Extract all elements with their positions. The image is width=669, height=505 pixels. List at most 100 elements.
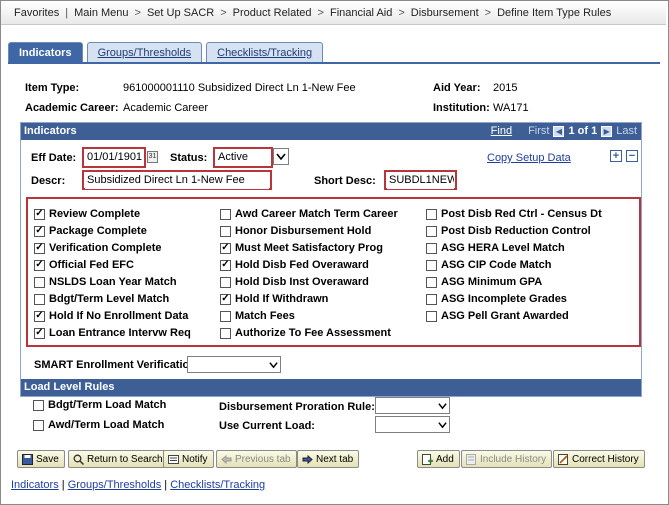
checkmark-icon[interactable]: ✓ [34,310,45,322]
previous-tab-button[interactable]: Previous tab [216,450,297,468]
indicator-checkbox[interactable]: ASG Incomplete Grades [426,293,567,305]
checkbox-box[interactable] [426,242,437,254]
indicator-checkbox[interactable]: Awd Career Match Term Career [220,208,398,220]
nav-chevron-icon: > [134,6,141,19]
page-info: 1 of 1 [568,125,598,137]
indicator-checkbox-label: ASG Minimum GPA [441,276,543,288]
status-select[interactable]: Active [216,150,270,166]
checkbox-box[interactable] [220,225,231,237]
next-tab-button[interactable]: Next tab [297,450,360,468]
indicator-checkbox[interactable]: ✓ Official Fed EFC [34,259,134,271]
return-to-search-button[interactable]: Return to Search [68,450,169,468]
indicator-checkbox[interactable]: Post Disb Red Ctrl - Census Dt [426,208,602,220]
nav-product-related[interactable]: Product Related [228,7,317,19]
proration-rule-select[interactable] [375,397,450,414]
checkbox-box[interactable] [426,259,437,271]
checkbox-box[interactable] [220,327,231,339]
bottom-link-indicators[interactable]: Indicators [11,479,59,491]
nav-disbursement[interactable]: Disbursement [406,7,484,19]
indicator-checkbox[interactable]: ✓ Verification Complete [34,242,161,254]
indicator-checkbox-label: Match Fees [235,310,295,322]
add-row-icon[interactable]: + [610,150,622,162]
indicator-checkbox[interactable]: ASG Pell Grant Awarded [426,310,569,322]
nav-favorites[interactable]: Favorites [9,7,64,19]
include-history-button[interactable]: Include History [461,450,553,468]
indicator-checkbox[interactable]: Post Disb Reduction Control [426,225,591,237]
checkbox-box[interactable] [34,276,45,288]
nav-financial-aid[interactable]: Financial Aid [325,7,397,19]
indicator-checkbox[interactable]: Match Fees [220,310,295,322]
add-icon [421,453,433,465]
bottom-link-checklists-tracking[interactable]: Checklists/Tracking [170,479,265,491]
chevron-down-icon [438,403,447,410]
tab-underline [8,62,660,64]
checkmark-icon[interactable]: ✓ [34,242,45,254]
indicator-checkbox[interactable]: Authorize To Fee Assessment [220,327,391,339]
checkbox-box[interactable] [426,310,437,322]
awd-term-load-match-checkbox[interactable]: Awd/Term Load Match [33,419,164,431]
checkbox-box[interactable] [426,293,437,305]
smart-enrollment-select[interactable] [187,356,281,373]
checkbox-box[interactable] [426,208,437,220]
checkbox-box[interactable] [426,225,437,237]
checkmark-icon[interactable]: ✓ [34,327,45,339]
next-row-icon[interactable]: ▶ [601,126,613,137]
checkbox-box[interactable] [220,310,231,322]
checkmark-icon[interactable]: ✓ [34,259,45,271]
checkmark-icon[interactable]: ✓ [220,259,231,271]
save-button[interactable]: Save [17,450,65,468]
checkmark-icon[interactable]: ✓ [220,293,231,305]
calendar-icon[interactable]: 31 [147,151,158,163]
previous-row-icon[interactable]: ◀ [553,126,565,137]
indicator-checkbox-label: Package Complete [49,225,147,237]
status-dropdown-chevron-down-icon[interactable] [273,148,289,165]
bdgt-term-load-match-label: Bdgt/Term Load Match [48,399,167,411]
checkbox-box[interactable] [33,419,44,431]
checkmark-icon[interactable]: ✓ [34,225,45,237]
nav-set-up-sacr[interactable]: Set Up SACR [142,7,219,19]
indicator-checkbox[interactable]: ✓ Hold Disb Fed Overaward [220,259,369,271]
checkbox-box[interactable] [220,276,231,288]
checkbox-box[interactable] [33,399,44,411]
bottom-link-groups-thresholds[interactable]: Groups/Thresholds [68,479,162,491]
indicator-checkbox[interactable]: ASG Minimum GPA [426,276,542,288]
indicator-checkbox[interactable]: ASG HERA Level Match [426,242,565,254]
indicator-checkbox[interactable]: Hold Disb Inst Overaward [220,276,369,288]
indicator-checkbox-label: Hold If No Enrollment Data [49,310,189,322]
checkbox-box[interactable] [220,208,231,220]
short-desc-input[interactable]: SUBDL1NEW [387,173,454,189]
checkmark-icon[interactable]: ✓ [34,208,45,220]
first-label: First [528,125,550,137]
correct-history-icon [557,453,569,465]
nav-main-menu[interactable]: Main Menu [69,7,133,19]
indicator-checkbox[interactable]: ✓ Package Complete [34,225,147,237]
checkmark-icon[interactable]: ✓ [220,242,231,254]
indicator-checkbox[interactable]: NSLDS Loan Year Match [34,276,177,288]
checkbox-box[interactable] [426,276,437,288]
indicator-checkbox-label: Hold If Withdrawn [235,293,329,305]
indicator-checkbox[interactable]: ✓ Review Complete [34,208,140,220]
tab-checklists-tracking[interactable]: Checklists/Tracking [206,42,324,62]
bdgt-term-load-match-checkbox[interactable]: Bdgt/Term Load Match [33,399,166,411]
delete-row-icon[interactable]: − [626,150,638,162]
indicator-checkbox[interactable]: Honor Disbursement Hold [220,225,371,237]
descr-input[interactable]: Subsidized Direct Ln 1-New Fee [85,173,269,189]
indicator-checkbox[interactable]: Bdgt/Term Level Match [34,293,169,305]
indicator-checkbox[interactable]: ✓ Hold If Withdrawn [220,293,328,305]
notify-button[interactable]: Notify [163,450,214,468]
checkbox-box[interactable] [34,293,45,305]
eff-date-input[interactable]: 01/01/1901 [85,150,143,166]
copy-setup-data-link[interactable]: Copy Setup Data [487,152,571,164]
tab-groups-thresholds[interactable]: Groups/Thresholds [86,42,203,62]
correct-history-button[interactable]: Correct History [553,450,645,468]
nav-define-item-type-rules[interactable]: Define Item Type Rules [492,7,616,19]
indicator-checkbox[interactable]: ✓ Loan Entrance Intervw Req [34,327,191,339]
indicator-checkbox[interactable]: ✓ Must Meet Satisfactory Prog [220,242,383,254]
tab-indicators[interactable]: Indicators [8,42,83,62]
use-current-load-select[interactable] [375,416,450,433]
indicator-checkbox[interactable]: ASG CIP Code Match [426,259,551,271]
add-button[interactable]: Add [417,450,460,468]
find-link[interactable]: Find [491,123,512,140]
indicators-header-bar: Indicators Find First ◀ 1 of 1 ▶ Last [21,123,641,140]
indicator-checkbox[interactable]: ✓ Hold If No Enrollment Data [34,310,188,322]
